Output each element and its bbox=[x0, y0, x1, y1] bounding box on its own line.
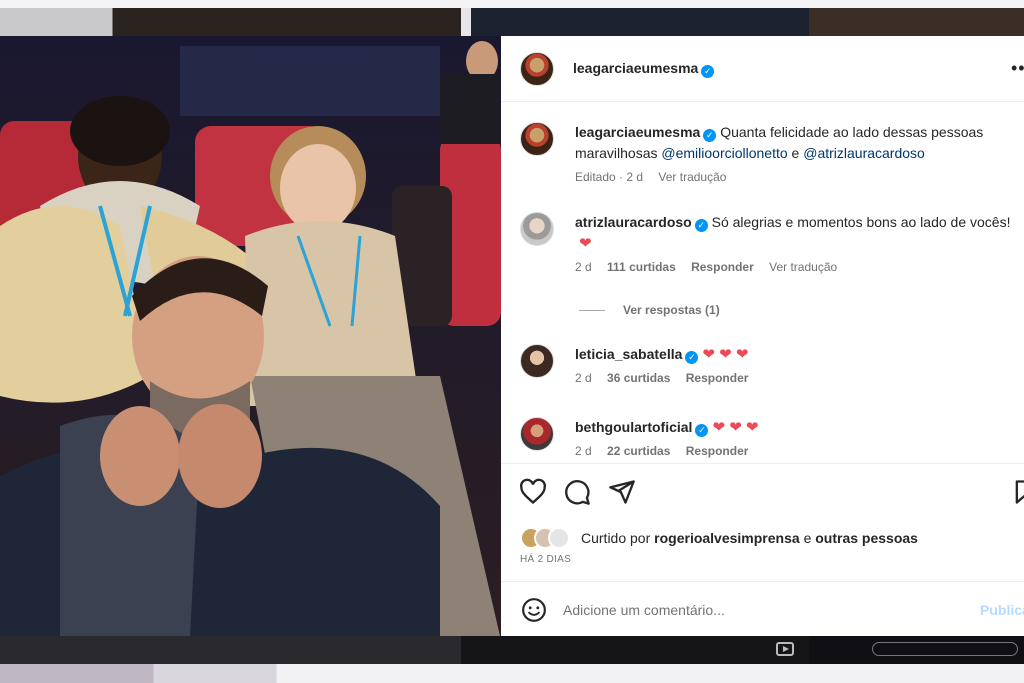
comment-text: Só alegrias e momentos bons ao lado de v… bbox=[711, 214, 1011, 230]
comment-age: 2 d bbox=[575, 444, 592, 458]
add-comment-bar: Publicar bbox=[501, 581, 1024, 636]
caption-meta: Editado · 2 d Ver tradução bbox=[575, 170, 738, 184]
caption-username[interactable]: leagarciaeumesma bbox=[575, 124, 700, 140]
verified-icon: ✓ bbox=[701, 65, 715, 78]
liked-by-prefix: Curtido por bbox=[581, 530, 651, 546]
background-caption-box bbox=[872, 642, 1018, 656]
caption-conj: e bbox=[787, 145, 804, 161]
author-username-text[interactable]: leagarciaeumesma bbox=[573, 60, 698, 76]
caption-avatar[interactable] bbox=[520, 122, 554, 156]
mention-link[interactable]: @emilioorciollonetto bbox=[661, 145, 787, 161]
likers-avatars[interactable] bbox=[520, 527, 578, 549]
post-header: leagarciaeumesma✓ ••• bbox=[501, 36, 1024, 102]
comment-age: 2 d bbox=[575, 260, 592, 274]
caption-edited: Editado · 2 d bbox=[575, 170, 644, 184]
comment-likes[interactable]: 22 curtidas bbox=[607, 444, 670, 458]
comment-meta: 2 d 36 curtidas Responder bbox=[575, 371, 760, 385]
caption-body: leagarciaeumesma ✓ Quanta felicidade ao l… bbox=[575, 122, 1015, 164]
caption: leagarciaeumesma ✓ Quanta felicidade ao l… bbox=[520, 122, 1020, 192]
video-play-icon bbox=[776, 642, 794, 656]
view-replies-text[interactable]: Ver respostas (1) bbox=[623, 303, 720, 317]
post-photo-illustration bbox=[0, 36, 501, 636]
comment-likes-text[interactable]: 36 curtidas bbox=[607, 371, 670, 385]
share-icon[interactable] bbox=[608, 478, 636, 506]
likes-summary: Curtido por rogerioalvesimprensa e outra… bbox=[520, 527, 918, 549]
comment-input[interactable] bbox=[563, 598, 953, 622]
view-replies-button[interactable]: Ver respostas (1) bbox=[579, 303, 720, 317]
verified-icon: ✓ bbox=[694, 219, 708, 232]
verified-icon: ✓ bbox=[685, 351, 699, 364]
liked-by-user[interactable]: rogerioalvesimprensa bbox=[654, 530, 800, 546]
replies-divider bbox=[579, 309, 605, 311]
comment-icon[interactable] bbox=[563, 478, 591, 506]
bookmark-icon[interactable] bbox=[1011, 478, 1024, 506]
comment-age: 2 d bbox=[575, 371, 592, 385]
reply-button[interactable]: Responder bbox=[686, 371, 749, 385]
background-feed-bottom bbox=[0, 636, 1024, 683]
reply-button[interactable]: Responder bbox=[686, 444, 749, 458]
comment-meta: 2 d 111 curtidas Responder Ver tradução bbox=[575, 260, 849, 274]
comment-body: atrizlauracardoso ✓ Só alegrias e momento… bbox=[575, 212, 1015, 254]
reply-button[interactable]: Responder bbox=[691, 260, 754, 274]
comment-body: leticia_sabatella ✓ ❤ ❤ ❤ bbox=[575, 344, 1015, 365]
mention-link[interactable]: @atrizlauracardoso bbox=[803, 145, 925, 161]
comment-item: bethgoulartoficial ✓ ❤ ❤ ❤ 2 d 22 curtidas… bbox=[520, 417, 1020, 463]
reply-button-text[interactable]: Responder bbox=[686, 371, 749, 385]
comment-likes-text[interactable]: 22 curtidas bbox=[607, 444, 670, 458]
heart-icon[interactable] bbox=[519, 478, 547, 506]
translate-link[interactable]: Ver tradução bbox=[658, 170, 726, 184]
publish-button[interactable]: Publicar bbox=[980, 602, 1024, 618]
reply-button-text[interactable]: Responder bbox=[691, 260, 754, 274]
comment-body: bethgoulartoficial ✓ ❤ ❤ ❤ bbox=[575, 417, 1015, 438]
reply-button-text[interactable]: Responder bbox=[686, 444, 749, 458]
comments-list[interactable]: leagarciaeumesma ✓ Quanta felicidade ao l… bbox=[501, 103, 1024, 463]
more-icon[interactable]: ••• bbox=[1011, 58, 1024, 79]
post-details-panel: leagarciaeumesma✓ ••• leagarciaeumesma✓ … bbox=[501, 36, 1024, 636]
comment-likes-text[interactable]: 111 curtidas bbox=[607, 260, 676, 274]
comment-meta: 2 d 22 curtidas Responder bbox=[575, 444, 760, 458]
emoji-icon[interactable] bbox=[521, 597, 547, 623]
comment-likes[interactable]: 36 curtidas bbox=[607, 371, 670, 385]
author-avatar[interactable] bbox=[520, 52, 554, 86]
post-photo[interactable] bbox=[0, 36, 501, 636]
background-feed-top bbox=[0, 0, 1024, 36]
comment-item: leticia_sabatella ✓ ❤ ❤ ❤ 2 d 36 curtidas … bbox=[520, 344, 1020, 404]
liked-by-others[interactable]: outras pessoas bbox=[815, 530, 918, 546]
commenter-avatar[interactable] bbox=[520, 212, 554, 246]
comment-username[interactable]: leticia_sabatella bbox=[575, 346, 682, 362]
verified-icon: ✓ bbox=[703, 129, 717, 142]
post-date[interactable]: HÁ 2 DIAS bbox=[520, 554, 571, 565]
author-username[interactable]: leagarciaeumesma ✓ bbox=[573, 60, 715, 78]
heart-emoji: ❤ ❤ ❤ bbox=[712, 419, 759, 436]
liked-by-conj: e bbox=[803, 530, 812, 546]
comment-username[interactable]: bethgoulartoficial bbox=[575, 419, 692, 435]
translate-link[interactable]: Ver tradução bbox=[769, 260, 837, 274]
commenter-avatar[interactable] bbox=[520, 417, 554, 451]
comment-likes[interactable]: 111 curtidas bbox=[607, 260, 676, 274]
heart-emoji: ❤ bbox=[579, 235, 592, 252]
liker-avatar bbox=[548, 527, 570, 549]
verified-icon: ✓ bbox=[695, 424, 709, 437]
heart-emoji: ❤ ❤ ❤ bbox=[702, 346, 749, 363]
commenter-avatar[interactable] bbox=[520, 344, 554, 378]
comment-username[interactable]: atrizlauracardoso bbox=[575, 214, 692, 230]
